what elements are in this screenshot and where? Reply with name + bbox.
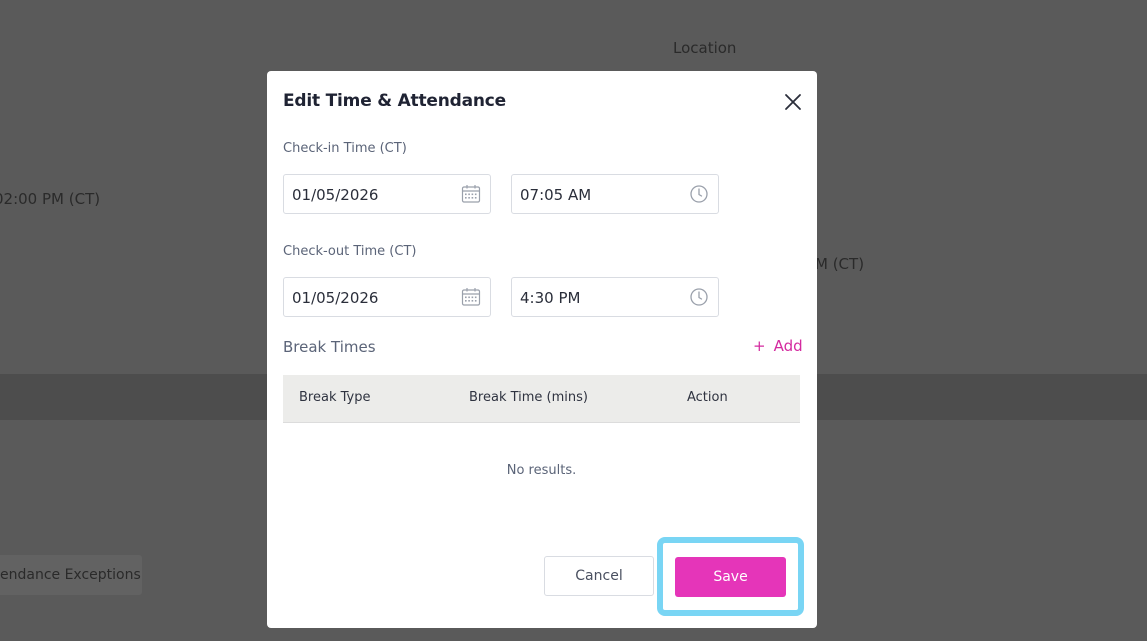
calendar-icon[interactable] bbox=[461, 287, 481, 307]
checkout-time-value: 4:30 PM bbox=[520, 289, 581, 307]
checkin-time-input[interactable]: 07:05 AM bbox=[511, 174, 719, 214]
calendar-icon[interactable] bbox=[461, 184, 481, 204]
checkout-date-value: 01/05/2026 bbox=[292, 289, 379, 307]
empty-state-text: No results. bbox=[506, 463, 577, 478]
table-header: Break Type Break Time (mins) Action bbox=[283, 375, 800, 423]
background-time-left: 02:00 PM (CT) bbox=[0, 190, 101, 208]
checkin-label: Check-in Time (CT) bbox=[283, 141, 407, 156]
checkout-label: Check-out Time (CT) bbox=[283, 244, 417, 259]
checkin-time-value: 07:05 AM bbox=[520, 186, 592, 204]
location-header: Location bbox=[673, 39, 737, 57]
column-header-break-time: Break Time (mins) bbox=[469, 390, 588, 405]
modal-title: Edit Time & Attendance bbox=[283, 91, 506, 111]
checkin-date-value: 01/05/2026 bbox=[292, 186, 379, 204]
column-header-break-type: Break Type bbox=[299, 390, 371, 405]
break-times-title: Break Times bbox=[283, 338, 376, 356]
plus-icon: + bbox=[753, 337, 766, 355]
column-header-action: Action bbox=[687, 390, 728, 405]
clock-icon[interactable] bbox=[689, 184, 709, 204]
add-break-label: Add bbox=[773, 337, 803, 355]
edit-time-attendance-modal: Edit Time & Attendance Check-in Time (CT… bbox=[267, 71, 817, 628]
add-break-button[interactable]: + Add bbox=[753, 337, 803, 355]
break-times-table: Break Type Break Time (mins) Action No r… bbox=[283, 375, 800, 478]
attendance-exceptions-button: endance Exceptions bbox=[0, 555, 142, 595]
save-button[interactable]: Save bbox=[675, 557, 786, 597]
background-time-right: M (CT) bbox=[815, 255, 865, 273]
checkout-time-input[interactable]: 4:30 PM bbox=[511, 277, 719, 317]
checkin-date-input[interactable]: 01/05/2026 bbox=[283, 174, 491, 214]
checkout-date-input[interactable]: 01/05/2026 bbox=[283, 277, 491, 317]
clock-icon[interactable] bbox=[689, 287, 709, 307]
close-icon bbox=[785, 94, 801, 110]
close-button[interactable] bbox=[781, 90, 805, 114]
cancel-button[interactable]: Cancel bbox=[544, 556, 654, 596]
